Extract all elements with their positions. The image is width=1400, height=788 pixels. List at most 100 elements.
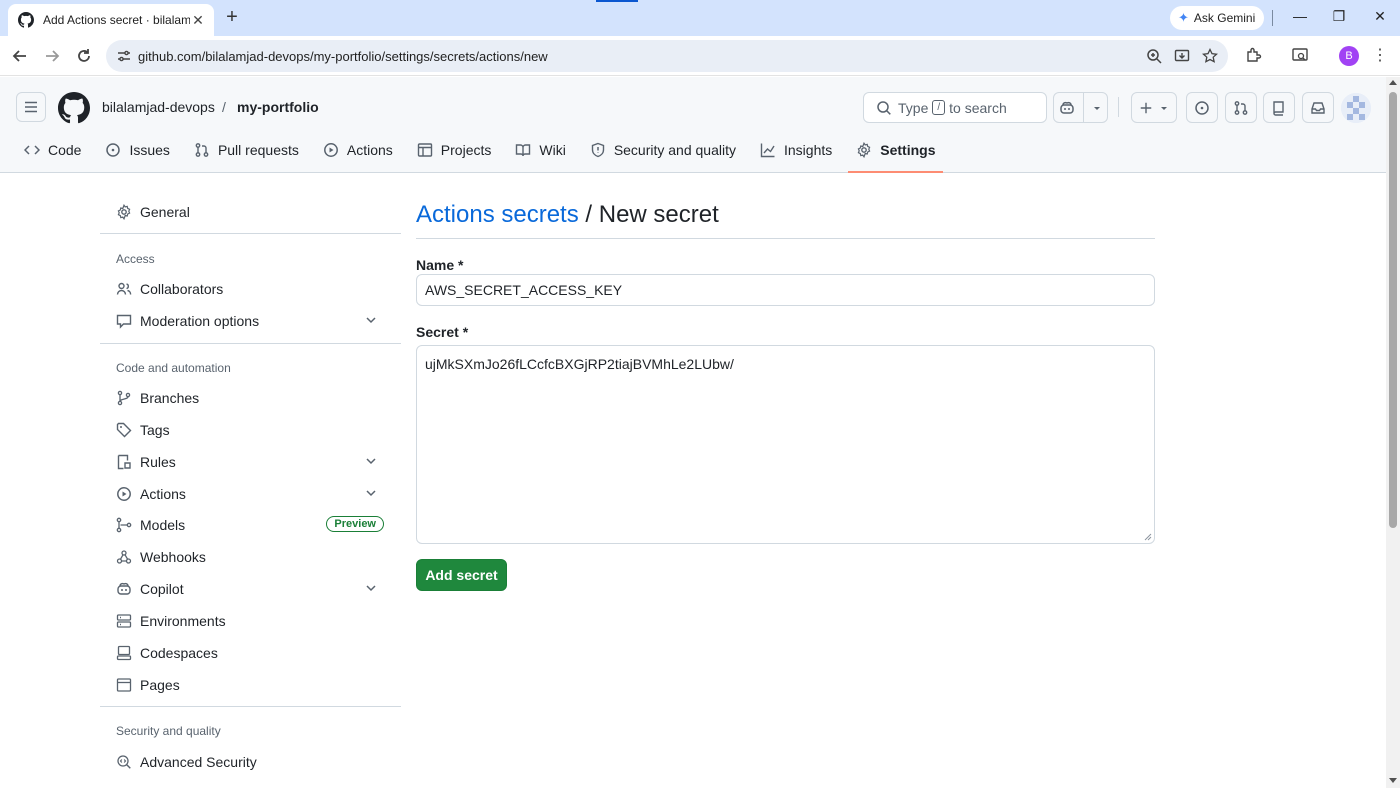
tab-projects[interactable]: Projects — [409, 132, 500, 168]
search-suffix: to search — [949, 99, 1007, 116]
sidebar-item-models[interactable]: Models Preview — [108, 510, 393, 540]
sidebar-label-copilot: Copilot — [140, 581, 184, 597]
title-divider — [416, 238, 1155, 239]
sidebar-divider — [100, 706, 401, 707]
sidebar-item-codespaces[interactable]: Codespaces — [108, 638, 393, 668]
github-header: bilalamjad-devops / my-portfolio Type / … — [0, 77, 1386, 173]
sidebar-item-general[interactable]: General — [108, 197, 393, 227]
tab-projects-label: Projects — [440, 142, 492, 158]
tab-actions-label: Actions — [346, 142, 393, 158]
url-text: github.com/bilalamjad-devops/my-portfoli… — [138, 48, 548, 64]
tab-pull-requests[interactable]: Pull requests — [186, 132, 307, 168]
sidebar-label-tags: Tags — [140, 422, 170, 438]
bookmark-star-icon[interactable] — [1202, 48, 1218, 64]
tab-wiki[interactable]: Wiki — [507, 132, 573, 168]
search-prefix: Type — [898, 99, 929, 116]
tab-strip-indicator — [596, 0, 638, 2]
graph-icon — [760, 143, 775, 158]
sidebar-divider — [100, 233, 401, 234]
copilot-icon — [117, 582, 131, 595]
tag-icon — [116, 422, 132, 438]
hamburger-menu-button[interactable] — [16, 92, 46, 122]
sidebar-item-tags[interactable]: Tags — [108, 415, 393, 445]
resize-handle-icon[interactable] — [1144, 533, 1152, 541]
secret-value-textarea[interactable]: ujMkSXmJo26fLCcfcBXGjRP2tiajBVMhLe2LUbw/ — [416, 345, 1155, 544]
sidebar-item-branches[interactable]: Branches — [108, 383, 393, 413]
github-logo-icon[interactable] — [58, 92, 90, 124]
gear-icon — [117, 204, 131, 220]
branch-icon — [117, 390, 131, 406]
scrollbar-thumb[interactable] — [1389, 92, 1397, 528]
tab-issues-label: Issues — [129, 142, 170, 158]
page-title: Actions secrets / New secret — [416, 201, 719, 229]
repo-icon — [1273, 100, 1284, 116]
forward-arrow-icon[interactable] — [42, 46, 62, 66]
book-icon — [516, 144, 531, 157]
browser-tab-title: Add Actions secret · bilalamjad- — [43, 13, 190, 27]
tab-actions[interactable]: Actions — [315, 132, 401, 168]
issues-button[interactable] — [1186, 92, 1218, 123]
reload-icon[interactable] — [74, 46, 94, 66]
breadcrumb-separator: / — [222, 99, 226, 115]
close-window-icon[interactable]: ✕ — [1370, 8, 1390, 25]
codescan-icon — [117, 755, 131, 769]
models-icon — [116, 517, 132, 533]
name-label: Name * — [416, 257, 464, 273]
sidebar-item-pages[interactable]: Pages — [108, 670, 393, 700]
profile-avatar[interactable]: B — [1339, 46, 1359, 66]
tab-security[interactable]: Security and quality — [582, 132, 744, 168]
sidebar-label-codespaces: Codespaces — [140, 645, 218, 661]
add-secret-button[interactable]: Add secret — [416, 559, 507, 591]
inbox-icon — [1311, 101, 1325, 114]
sidebar-item-environments[interactable]: Environments — [108, 606, 393, 636]
sidebar-item-webhooks[interactable]: Webhooks — [108, 542, 393, 572]
sidebar-label-branches: Branches — [140, 390, 200, 406]
tabbar-divider — [1272, 10, 1273, 26]
sidebar-item-rules[interactable]: Rules — [108, 447, 393, 477]
tab-settings[interactable]: Settings — [848, 132, 944, 173]
inbox-button[interactable] — [1302, 92, 1334, 123]
secret-name-input[interactable] — [416, 274, 1155, 306]
scroll-up-arrow-icon[interactable] — [1389, 80, 1397, 85]
tab-insights[interactable]: Insights — [752, 132, 840, 168]
ask-gemini-button[interactable]: ✦ Ask Gemini — [1170, 6, 1264, 30]
table-icon — [417, 143, 432, 157]
create-new-button[interactable] — [1131, 92, 1177, 123]
pull-requests-button[interactable] — [1225, 92, 1257, 123]
new-tab-button[interactable]: + — [222, 7, 242, 28]
address-bar[interactable]: github.com/bilalamjad-devops/my-portfoli… — [106, 40, 1228, 72]
tab-issues[interactable]: Issues — [97, 132, 177, 168]
sidebar-item-collaborators[interactable]: Collaborators — [108, 274, 393, 304]
server-icon — [116, 614, 132, 628]
repo-owner-link[interactable]: bilalamjad-devops — [102, 99, 215, 115]
tab-code[interactable]: Code — [16, 132, 89, 168]
plus-icon — [1140, 102, 1152, 113]
user-avatar[interactable] — [1341, 93, 1371, 123]
sidebar-item-copilot[interactable]: Copilot — [108, 574, 393, 604]
close-tab-icon[interactable]: ✕ — [190, 12, 206, 28]
repo-name-link[interactable]: my-portfolio — [237, 99, 319, 115]
extensions-icon[interactable] — [1245, 46, 1265, 66]
sidebar-heading-security: Security and quality — [116, 724, 221, 738]
chevron-down-icon — [366, 490, 376, 497]
actions-secrets-link[interactable]: Actions secrets — [416, 201, 579, 228]
gemini-sparkle-icon: ✦ — [1178, 10, 1189, 25]
sidebar-item-advanced-security[interactable]: Advanced Security — [108, 747, 393, 777]
sidebar-item-actions[interactable]: Actions — [108, 479, 393, 509]
copilot-button[interactable] — [1053, 92, 1108, 123]
play-icon — [323, 143, 338, 157]
back-arrow-icon[interactable] — [10, 46, 30, 66]
browser-tab[interactable]: Add Actions secret · bilalamjad- ✕ — [8, 4, 214, 36]
browser-menu-icon[interactable]: ⋮ — [1370, 46, 1390, 66]
minimize-icon[interactable]: — — [1290, 8, 1310, 24]
global-search-input[interactable]: Type / to search — [863, 92, 1047, 123]
site-settings-icon[interactable] — [116, 48, 132, 64]
repositories-button[interactable] — [1263, 92, 1295, 123]
shield-icon — [591, 142, 605, 158]
install-app-icon[interactable] — [1174, 48, 1190, 64]
tab-search-icon[interactable] — [1291, 46, 1311, 66]
restore-icon[interactable]: ❐ — [1329, 8, 1349, 25]
scroll-down-arrow-icon[interactable] — [1389, 778, 1397, 783]
zoom-icon[interactable] — [1146, 48, 1162, 64]
sidebar-item-moderation[interactable]: Moderation options — [108, 306, 393, 336]
